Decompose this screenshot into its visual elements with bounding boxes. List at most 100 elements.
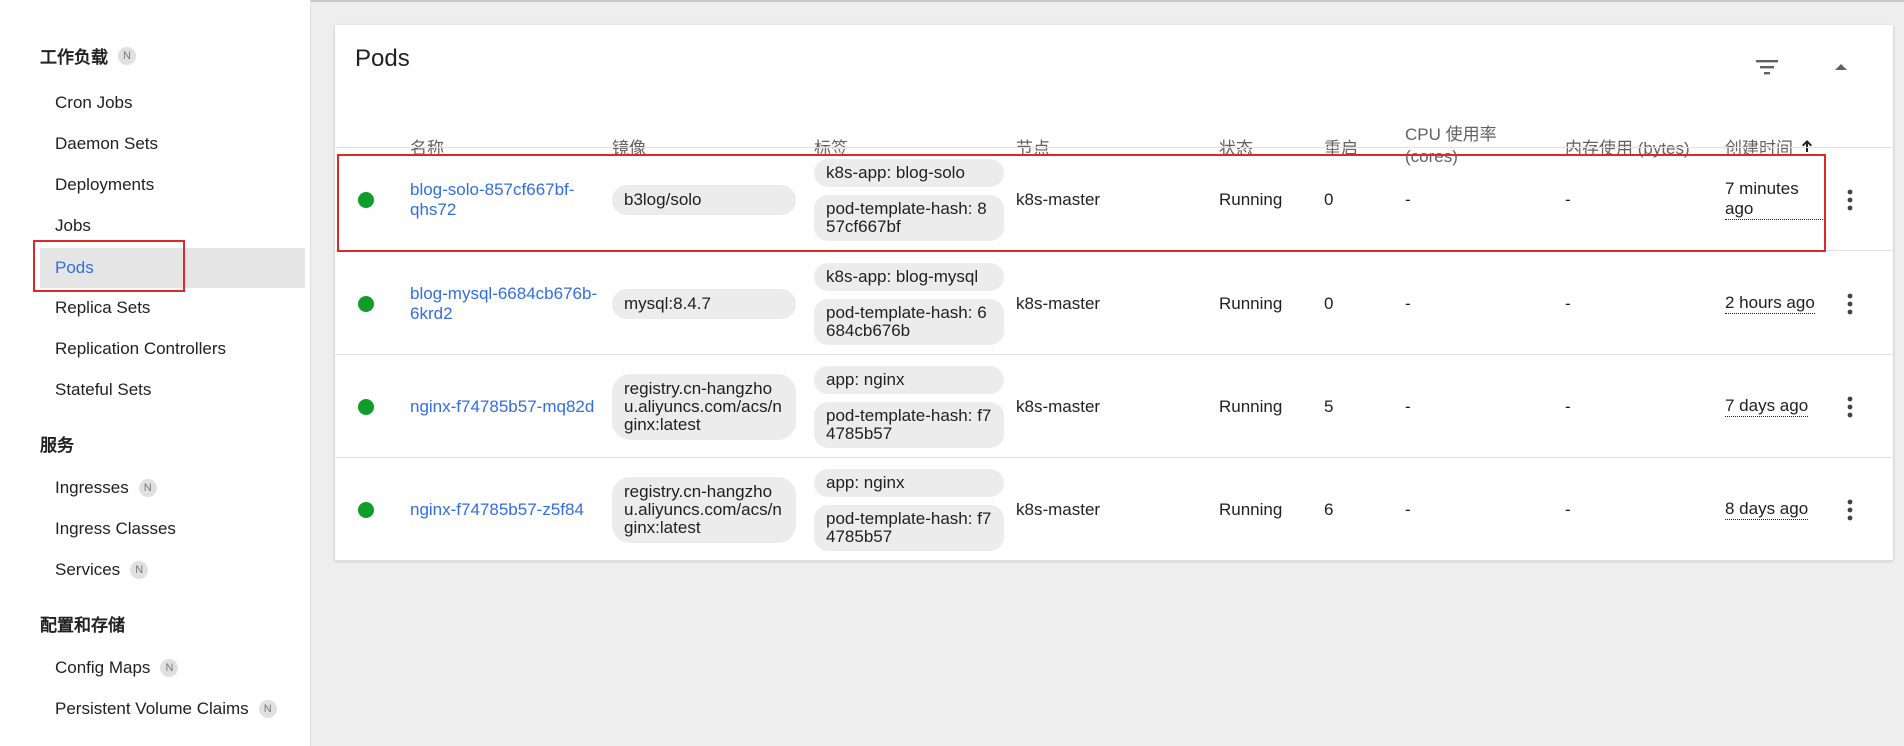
created-time: 8 days ago <box>1725 499 1809 520</box>
node-name: k8s-master <box>1016 499 1101 519</box>
status-text: Running <box>1219 189 1283 209</box>
new-badge: N <box>258 700 277 718</box>
running-status-icon <box>358 501 374 518</box>
new-badge: N <box>130 561 149 579</box>
label-chip: pod-template-hash: 857cf667bf <box>814 194 1004 241</box>
sidebar-item-label: Ingress Classes <box>55 519 176 538</box>
created-time: 7 days ago <box>1725 396 1809 417</box>
pod-name-link[interactable]: nginx-f74785b57-z5f84 <box>410 500 600 520</box>
sidebar: 工作负载 N Cron Jobs Daemon Sets Deployments… <box>0 0 311 746</box>
node-name: k8s-master <box>1016 189 1101 209</box>
sidebar-item-replica-sets[interactable]: Replica Sets <box>40 288 305 328</box>
section-workloads: 工作负载 N <box>40 43 136 68</box>
running-status-icon <box>358 295 374 312</box>
filter-list-icon[interactable] <box>1747 47 1787 87</box>
memory-usage: - <box>1565 499 1571 519</box>
new-badge: N <box>118 46 136 65</box>
image-chip: registry.cn-hangzhou.aliyuncs.com/acs/ng… <box>612 373 796 440</box>
sidebar-item-persistent-volume-claims[interactable]: Persistent Volume Claims N <box>40 689 305 729</box>
section-title: 服务 <box>40 436 74 455</box>
section-services: 服务 <box>40 431 74 456</box>
sidebar-item-label: Cron Jobs <box>55 93 133 112</box>
labels-cell: k8s-app: blog-solo pod-template-hash: 857… <box>814 148 1004 251</box>
restart-count: 0 <box>1324 189 1334 209</box>
status-text: Running <box>1219 293 1283 313</box>
memory-usage: - <box>1565 293 1571 313</box>
label-chip: app: nginx <box>814 468 1004 497</box>
pod-name-link[interactable]: blog-mysql-6684cb676b-6krd2 <box>410 284 600 324</box>
image-chip: mysql:8.4.7 <box>612 288 796 319</box>
node-name: k8s-master <box>1016 293 1101 313</box>
sidebar-item-label: Replica Sets <box>55 298 151 317</box>
more-vert-icon[interactable] <box>1835 392 1865 422</box>
node-name: k8s-master <box>1016 396 1101 416</box>
restart-count: 6 <box>1324 499 1334 519</box>
memory-usage: - <box>1565 189 1571 209</box>
label-chip: pod-template-hash: 6684cb676b <box>814 298 1004 345</box>
label-chip: app: nginx <box>814 365 1004 394</box>
sidebar-item-cron-jobs[interactable]: Cron Jobs <box>40 83 305 123</box>
sidebar-item-label: Deployments <box>55 175 155 194</box>
sidebar-item-ingress-classes[interactable]: Ingress Classes <box>40 509 305 549</box>
image-chip: registry.cn-hangzhou.aliyuncs.com/acs/ng… <box>612 476 796 543</box>
labels-cell: app: nginx pod-template-hash: f74785b57 <box>814 355 1004 458</box>
section-title: 配置和存储 <box>40 616 125 635</box>
labels-cell: k8s-app: blog-mysql pod-template-hash: 66… <box>814 252 1004 355</box>
status-indicator <box>358 252 374 355</box>
pods-card: Pods 名称 镜像 标签 节点 状态 重启 CPU 使用率 (cores) 内… <box>335 25 1893 561</box>
table-row: nginx-f74785b57-z5f84 registry.cn-hangzho… <box>335 458 1893 561</box>
running-status-icon <box>358 191 374 208</box>
status-text: Running <box>1219 499 1283 519</box>
sidebar-item-label: Stateful Sets <box>55 380 152 399</box>
more-vert-icon[interactable] <box>1835 289 1865 319</box>
status-text: Running <box>1219 396 1283 416</box>
sidebar-item-label: Daemon Sets <box>55 134 158 153</box>
sidebar-item-label: Ingresses <box>55 478 129 497</box>
new-badge: N <box>160 659 179 677</box>
cpu-usage: - <box>1405 499 1411 519</box>
section-config-storage: 配置和存储 <box>40 611 125 636</box>
label-chip: pod-template-hash: f74785b57 <box>814 401 1004 448</box>
card-title: Pods <box>355 45 410 72</box>
image-chip: b3log/solo <box>612 184 796 215</box>
cpu-usage: - <box>1405 189 1411 209</box>
restart-count: 5 <box>1324 396 1334 416</box>
more-vert-icon[interactable] <box>1835 495 1865 525</box>
pod-name-link[interactable]: blog-solo-857cf667bf-qhs72 <box>410 180 600 220</box>
new-badge: N <box>138 479 157 497</box>
restart-count: 0 <box>1324 293 1334 313</box>
sidebar-item-daemon-sets[interactable]: Daemon Sets <box>40 124 305 164</box>
sidebar-item-label: Replication Controllers <box>55 339 227 358</box>
sidebar-item-label: Persistent Volume Claims <box>55 699 249 718</box>
running-status-icon <box>358 398 374 415</box>
highlight-box <box>33 240 185 292</box>
sidebar-item-ingresses[interactable]: Ingresses N <box>40 468 305 508</box>
pod-name-link[interactable]: nginx-f74785b57-mq82d <box>410 397 600 417</box>
status-indicator <box>358 355 374 458</box>
cpu-usage: - <box>1405 293 1411 313</box>
table-row: nginx-f74785b57-mq82d registry.cn-hangzho… <box>335 355 1893 458</box>
memory-usage: - <box>1565 396 1571 416</box>
label-chip: pod-template-hash: f74785b57 <box>814 504 1004 551</box>
table-row: blog-solo-857cf667bf-qhs72 b3log/solo k8s-… <box>335 148 1893 251</box>
sidebar-item-stateful-sets[interactable]: Stateful Sets <box>40 370 305 410</box>
sidebar-item-replication-controllers[interactable]: Replication Controllers <box>40 329 305 369</box>
labels-cell: app: nginx pod-template-hash: f74785b57 <box>814 458 1004 561</box>
sidebar-item-label: Services <box>55 560 121 579</box>
sidebar-item-label: Config Maps <box>55 658 151 677</box>
status-indicator <box>358 148 374 251</box>
table-row: blog-mysql-6684cb676b-6krd2 mysql:8.4.7 k8… <box>335 252 1893 355</box>
section-title: 工作负载 <box>40 48 108 67</box>
cpu-usage: - <box>1405 396 1411 416</box>
created-time: 7 minutes ago <box>1725 179 1825 220</box>
arrow-drop-up-icon[interactable] <box>1821 47 1861 87</box>
label-chip: k8s-app: blog-solo <box>814 158 1004 187</box>
sidebar-item-label: Jobs <box>55 216 91 235</box>
sidebar-item-config-maps[interactable]: Config Maps N <box>40 648 305 688</box>
created-time: 2 hours ago <box>1725 293 1815 314</box>
sidebar-item-services[interactable]: Services N <box>40 550 305 590</box>
status-indicator <box>358 458 374 561</box>
sidebar-item-deployments[interactable]: Deployments <box>40 165 305 205</box>
label-chip: k8s-app: blog-mysql <box>814 262 1004 291</box>
more-vert-icon[interactable] <box>1835 185 1865 215</box>
